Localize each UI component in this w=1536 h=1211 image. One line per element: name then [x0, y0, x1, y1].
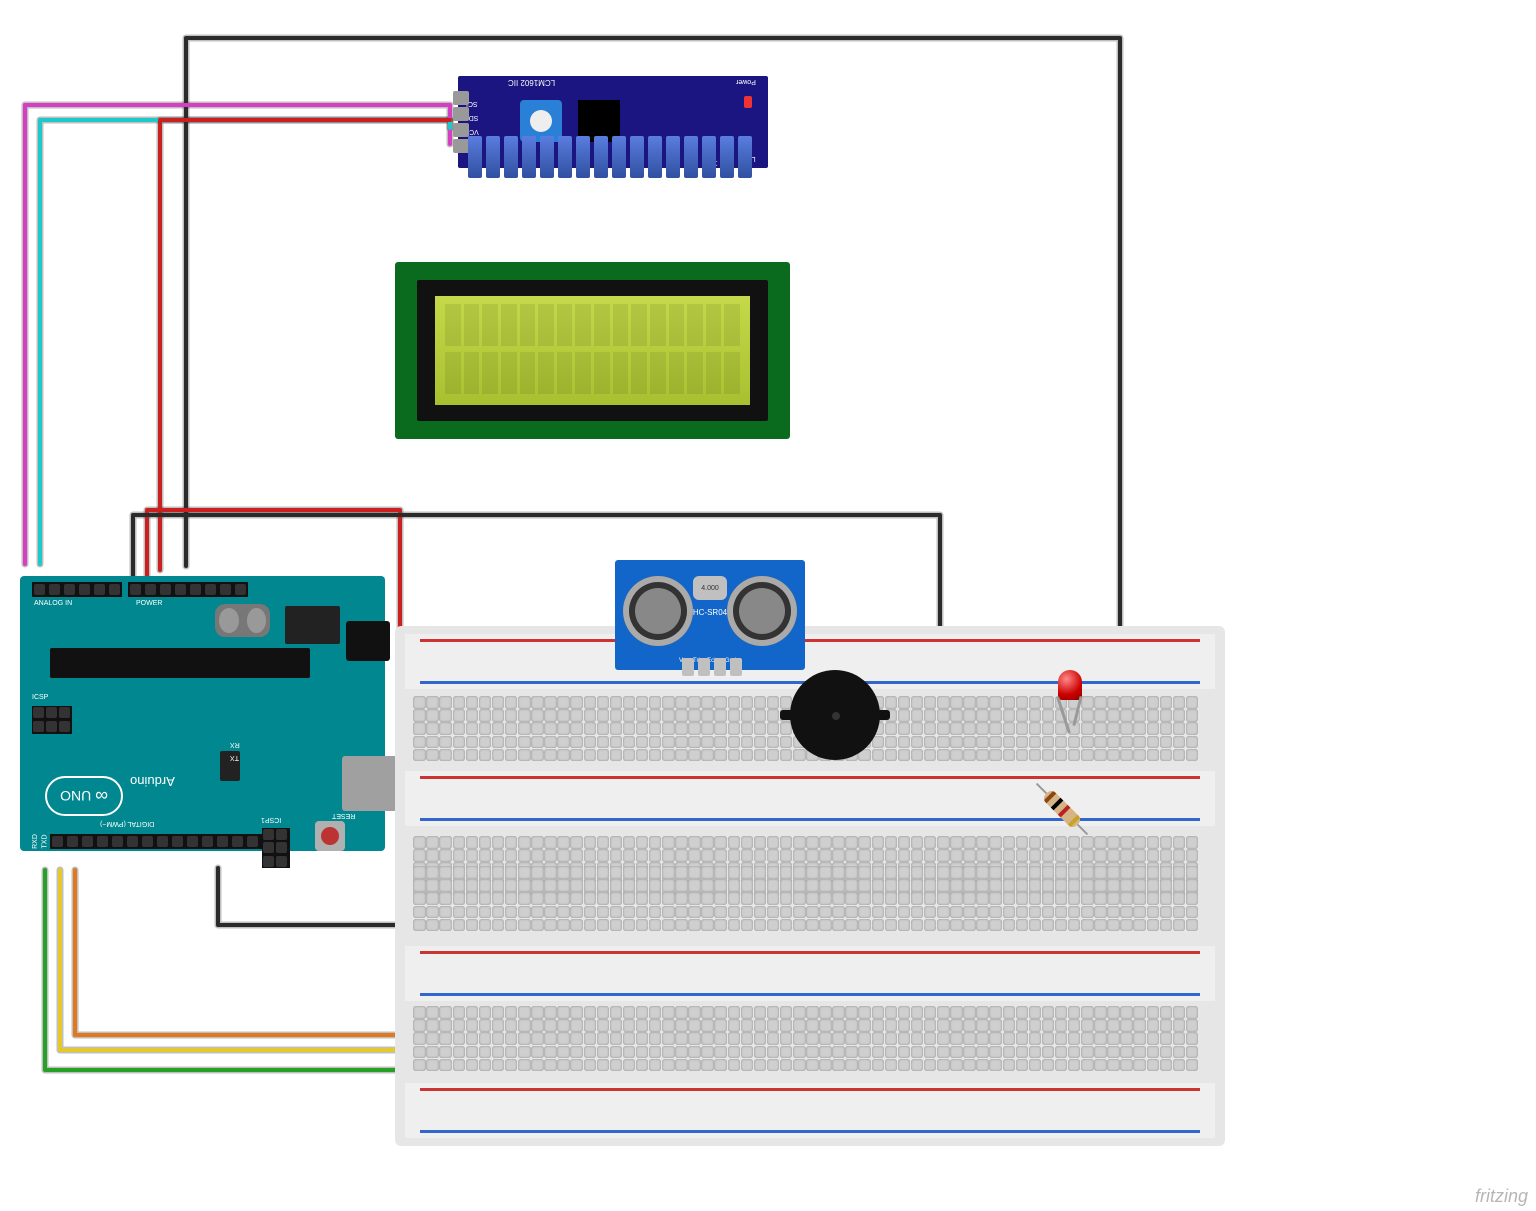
icsp1-label: ICSP1	[261, 816, 281, 823]
lcd-16x2	[395, 262, 790, 439]
i2c-lcd-backpack: LCM1602 IIC GND VCC SDA SCL Power LED 1 …	[458, 76, 768, 168]
reset-button[interactable]	[315, 821, 345, 851]
reset-label: RESET	[332, 812, 355, 819]
model-label: UNO	[60, 788, 91, 804]
txd-label: TXD	[42, 835, 49, 849]
power-label: POWER	[136, 600, 162, 607]
atmega-chip	[50, 648, 310, 678]
rx-label: RX	[230, 741, 240, 748]
pin-power-label: Power	[736, 78, 756, 85]
fritzing-canvas: LCM1602 IIC GND VCC SDA SCL Power LED 1 …	[0, 0, 1536, 1211]
sonar-name: HC-SR04	[615, 608, 805, 617]
brand-label: Arduino	[130, 774, 175, 789]
digital-label: DIGITAL (PWM~)	[100, 820, 154, 827]
regulator	[285, 606, 340, 644]
usb-port	[342, 756, 397, 811]
led-dome-icon	[1058, 670, 1082, 700]
watermark: fritzing	[1475, 1186, 1528, 1207]
rxd-label: RXD	[32, 834, 39, 849]
terminal-strip-d[interactable]	[413, 1006, 1207, 1076]
arduino-uno: ANALOG IN POWER DIGITAL (PWM~) ICSP ICSP…	[20, 576, 385, 851]
power-rail-mid-top	[405, 771, 1215, 826]
crystal-label: 4.000	[693, 576, 727, 600]
power-rail-bottom	[405, 1083, 1215, 1138]
piezo-buzzer	[790, 670, 880, 760]
power-header[interactable]	[128, 582, 248, 597]
red-led	[1054, 670, 1086, 708]
analog-header[interactable]	[32, 582, 122, 597]
lcd-row-0	[445, 304, 740, 346]
lcd-row-1	[445, 352, 740, 394]
lcd-screen	[435, 296, 750, 405]
module-title: LCM1602 IIC	[508, 78, 555, 87]
crystal-icon	[215, 604, 270, 637]
icsp-header[interactable]	[32, 706, 72, 734]
power-led-icon	[744, 96, 752, 108]
analog-in-label: ANALOG IN	[34, 600, 72, 607]
model-badge: ∞ UNO	[45, 776, 123, 816]
power-rail-mid-bot	[405, 946, 1215, 1001]
icsp2-header[interactable]	[262, 828, 290, 868]
icsp-label: ICSP	[32, 694, 48, 701]
barrel-jack	[346, 621, 390, 661]
hc-sr04-sensor: 4.000 HC-SR04 VccTrigEchoGnd	[615, 560, 805, 670]
sonar-pins[interactable]	[680, 658, 744, 676]
tx-label: TX	[230, 754, 239, 761]
i2c-header-pins	[466, 136, 754, 178]
terminal-strip-c[interactable]	[413, 866, 1207, 936]
digital-header[interactable]	[50, 834, 290, 849]
